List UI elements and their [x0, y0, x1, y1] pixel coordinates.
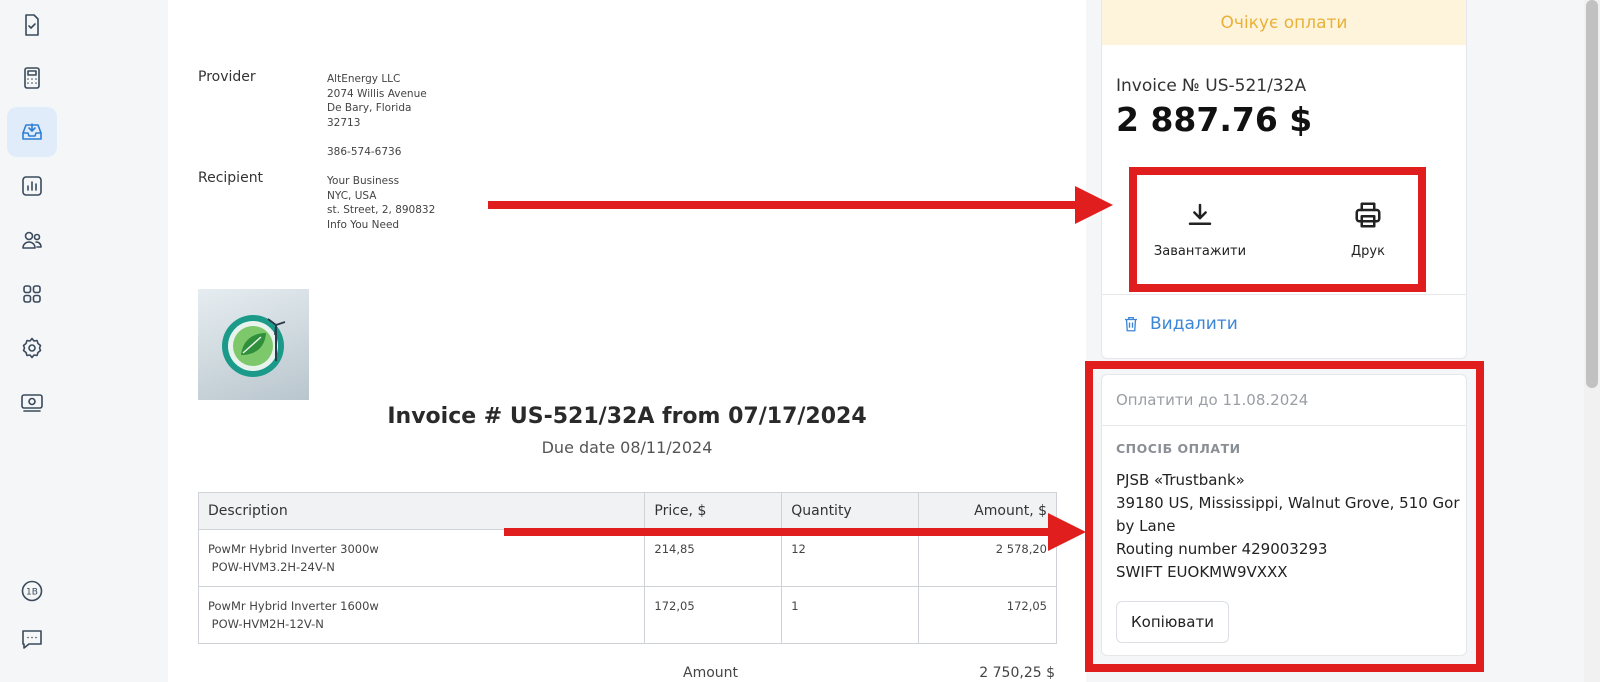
total-value: 2 750,25 $ — [979, 665, 1055, 681]
table-header-row: Description Price, $ Quantity Amount, $ — [197, 492, 1057, 530]
provider-line — [327, 130, 427, 145]
item-quantity: 12 — [781, 529, 920, 587]
column-header-description: Description — [197, 492, 646, 530]
item-sku: POW-HVM3.2H-24V-N — [208, 560, 335, 574]
provider-label: Provider — [198, 69, 256, 85]
1b-badge-label: 1B — [26, 588, 38, 598]
sidebar-item-payments[interactable] — [7, 377, 57, 427]
annotation-box-actions — [1129, 167, 1426, 292]
invoice-amount: 2 887.76 $ — [1116, 100, 1313, 139]
divider — [1102, 294, 1466, 295]
table-row: PowMr Hybrid Inverter 3000w POW-HVM3.2H-… — [197, 529, 1057, 587]
item-amount: 2 578,20 — [918, 529, 1057, 587]
total-label: Amount — [683, 665, 739, 681]
sidebar-item-clients[interactable] — [7, 215, 57, 265]
annotation-box-payment — [1085, 361, 1484, 672]
sidebar-item-documents[interactable] — [7, 0, 57, 50]
recipient-details: Your Business NYC, USA st. Street, 2, 89… — [327, 174, 435, 232]
users-icon — [22, 231, 42, 249]
sidebar-item-1b[interactable]: 1B — [7, 566, 57, 616]
invoice-number: Invoice № US-521/32A — [1116, 76, 1307, 96]
1b-badge-icon: 1B — [21, 580, 43, 602]
bar-chart-icon — [22, 176, 42, 196]
delete-label: Видалити — [1150, 314, 1238, 334]
column-header-quantity: Quantity — [781, 492, 920, 530]
provider-phone: 386-574-6736 — [327, 145, 402, 158]
annotation-arrow-head — [1075, 186, 1113, 224]
item-price: 214,85 — [644, 529, 783, 587]
document-check-icon — [25, 14, 39, 36]
provider-line: De Bary, Florida — [327, 102, 412, 114]
apps-grid-icon — [23, 285, 41, 303]
column-header-price: Price, $ — [644, 492, 783, 530]
provider-line: AltEnergy LLC — [327, 73, 401, 85]
annotation-arrow-head — [1048, 513, 1086, 551]
sidebar: 1B — [0, 0, 64, 682]
item-description: PowMr Hybrid Inverter 3000w — [208, 542, 379, 556]
invoice-due-date: Due date 08/11/2024 — [541, 438, 713, 457]
delete-button[interactable]: Видалити — [1122, 314, 1238, 334]
inbox-download-icon — [22, 123, 42, 140]
invoice-title: Invoice # US-521/32A from 07/17/2024 — [387, 404, 867, 429]
scrollbar[interactable] — [1584, 0, 1600, 682]
company-logo — [198, 289, 309, 400]
gear-icon — [22, 337, 42, 359]
item-amount: 172,05 — [918, 586, 1057, 644]
annotation-arrow-line — [488, 201, 1078, 209]
invoice-items-table: Description Price, $ Quantity Amount, $ … — [197, 492, 1057, 644]
recipient-line: Info You Need — [327, 218, 400, 231]
annotation-arrow-line — [504, 528, 1051, 536]
recipient-line: st. Street, 2, 890832 — [327, 204, 436, 216]
provider-details: AltEnergy LLC 2074 Willis Avenue De Bary… — [327, 72, 427, 159]
sidebar-item-settings[interactable] — [7, 323, 57, 373]
provider-line: 32713 — [327, 116, 361, 129]
sidebar-item-reports[interactable] — [7, 161, 57, 211]
sidebar-item-apps[interactable] — [7, 269, 57, 319]
item-description: PowMr Hybrid Inverter 1600w — [208, 599, 379, 613]
item-description-cell: PowMr Hybrid Inverter 1600w POW-HVM2H-12… — [197, 586, 646, 644]
scrollbar-thumb[interactable] — [1586, 0, 1598, 388]
chat-icon — [22, 630, 42, 649]
sidebar-item-inbox[interactable] — [7, 107, 57, 157]
table-row: PowMr Hybrid Inverter 1600w POW-HVM2H-12… — [197, 586, 1057, 644]
item-description-cell: PowMr Hybrid Inverter 3000w POW-HVM3.2H-… — [197, 529, 646, 587]
trash-icon — [1125, 316, 1137, 332]
money-icon — [21, 394, 43, 412]
recipient-line: Your Business — [327, 175, 400, 187]
sidebar-item-calculator[interactable] — [7, 53, 57, 103]
recipient-label: Recipient — [198, 170, 264, 186]
status-badge: Очікує оплати — [1102, 0, 1466, 45]
item-quantity: 1 — [781, 586, 920, 644]
item-sku: POW-HVM2H-12V-N — [208, 617, 324, 631]
column-header-amount: Amount, $ — [918, 492, 1057, 530]
recipient-line: NYC, USA — [327, 189, 377, 202]
provider-line: 2074 Willis Avenue — [327, 87, 427, 100]
calculator-icon — [24, 67, 40, 89]
item-price: 172,05 — [644, 586, 783, 644]
sidebar-item-chat[interactable] — [7, 614, 57, 664]
invoice-document: Provider AltEnergy LLC 2074 Willis Avenu… — [168, 0, 1086, 682]
